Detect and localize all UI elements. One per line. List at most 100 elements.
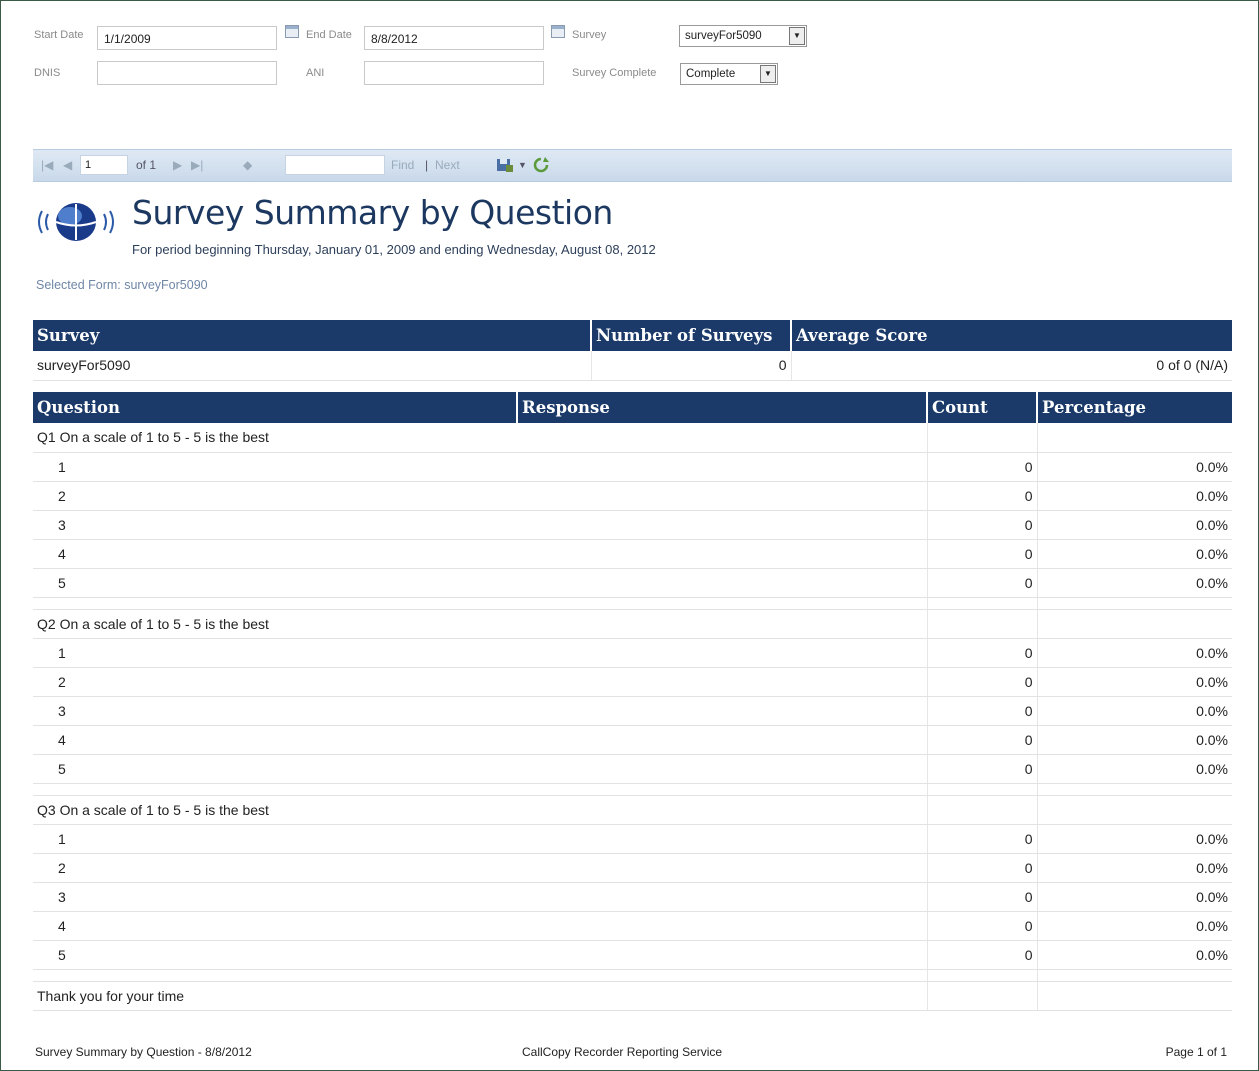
- response-percentage: 0.0%: [1037, 696, 1232, 726]
- response-row: 5 0 0.0%: [33, 568, 1232, 598]
- question-text: Q2 On a scale of 1 to 5 - 5 is the best: [33, 609, 928, 639]
- survey-summary-table: Survey Number of Surveys Average Score s…: [33, 320, 1232, 381]
- response-label: 4: [33, 911, 928, 941]
- find-separator: |: [425, 158, 429, 172]
- response-percentage: 0.0%: [1037, 667, 1232, 697]
- previous-page-icon[interactable]: ◀: [63, 158, 72, 172]
- response-row: 4 0 0.0%: [33, 911, 1232, 941]
- response-count: 0: [927, 725, 1038, 755]
- survey-complete-label: Survey Complete: [572, 67, 657, 79]
- chevron-down-icon[interactable]: ▼: [760, 65, 776, 83]
- header-survey: Survey: [33, 320, 592, 351]
- selected-form: Selected Form: surveyFor5090: [36, 278, 208, 292]
- question-text: Q3 On a scale of 1 to 5 - 5 is the best: [33, 795, 928, 825]
- next-page-icon[interactable]: ▶: [173, 158, 182, 172]
- summary-header-row: Survey Number of Surveys Average Score: [33, 320, 1232, 351]
- start-date-label: Start Date: [34, 29, 84, 41]
- start-date-calendar-icon[interactable]: [285, 25, 299, 38]
- report-title: Survey Summary by Question: [132, 193, 613, 232]
- page-count-label: of 1: [136, 158, 157, 172]
- response-count: 0: [927, 481, 1038, 511]
- export-dropdown-icon[interactable]: ▼: [518, 160, 527, 170]
- response-row: 3 0 0.0%: [33, 510, 1232, 540]
- back-icon[interactable]: ◆: [243, 158, 252, 172]
- start-date-input[interactable]: 1/1/2009: [97, 26, 277, 50]
- response-percentage: 0.0%: [1037, 725, 1232, 755]
- next-link[interactable]: Next: [435, 158, 460, 172]
- survey-select[interactable]: surveyFor5090 ▼: [679, 25, 807, 47]
- response-label: 1: [33, 638, 928, 668]
- response-row: 1 0 0.0%: [33, 824, 1232, 854]
- response-row: 2 0 0.0%: [33, 667, 1232, 697]
- response-label: 1: [33, 824, 928, 854]
- response-count: 0: [927, 754, 1038, 784]
- response-count: 0: [927, 696, 1038, 726]
- refresh-icon[interactable]: [531, 155, 551, 175]
- response-count: 0: [927, 539, 1038, 569]
- question-text: Q1 On a scale of 1 to 5 - 5 is the best: [33, 423, 928, 453]
- response-percentage: 0.0%: [1037, 481, 1232, 511]
- end-date-input[interactable]: 8/8/2012: [364, 26, 544, 50]
- response-label: 3: [33, 510, 928, 540]
- ani-input[interactable]: [364, 61, 544, 85]
- response-row: 4 0 0.0%: [33, 725, 1232, 755]
- spacer-row: [33, 597, 1232, 610]
- response-label: 4: [33, 725, 928, 755]
- dnis-input[interactable]: [97, 61, 277, 85]
- response-label: 3: [33, 882, 928, 912]
- response-percentage: 0.0%: [1037, 539, 1232, 569]
- question-table: Question Response Count Percentage Q1 On…: [33, 392, 1232, 1011]
- response-percentage: 0.0%: [1037, 882, 1232, 912]
- header-count: Count: [927, 392, 1038, 423]
- table-row: surveyFor5090 0 0 of 0 (N/A): [33, 351, 1232, 381]
- response-count: 0: [927, 452, 1038, 482]
- ani-label: ANI: [306, 67, 325, 79]
- globe-logo-icon: [38, 203, 114, 241]
- question-row: Q1 On a scale of 1 to 5 - 5 is the best: [33, 423, 1232, 453]
- question-header-row: Question Response Count Percentage: [33, 392, 1232, 423]
- find-link[interactable]: Find: [391, 158, 414, 172]
- response-percentage: 0.0%: [1037, 638, 1232, 668]
- spacer-row: [33, 783, 1232, 796]
- question-row: Q3 On a scale of 1 to 5 - 5 is the best: [33, 795, 1232, 825]
- response-label: 4: [33, 539, 928, 569]
- response-count: 0: [927, 940, 1038, 970]
- survey-complete-select[interactable]: Complete ▼: [680, 63, 778, 85]
- find-input[interactable]: [285, 155, 385, 175]
- response-count: 0: [927, 510, 1038, 540]
- response-row: 1 0 0.0%: [33, 452, 1232, 482]
- footer-left: Survey Summary by Question - 8/8/2012: [35, 1045, 252, 1059]
- question-row: Q2 On a scale of 1 to 5 - 5 is the best: [33, 609, 1232, 639]
- last-page-icon[interactable]: ▶|: [191, 158, 203, 172]
- survey-select-value: surveyFor5090: [685, 30, 762, 42]
- response-row: 2 0 0.0%: [33, 481, 1232, 511]
- response-label: 5: [33, 940, 928, 970]
- report-period: For period beginning Thursday, January 0…: [132, 242, 656, 257]
- page-number-input[interactable]: 1: [80, 155, 128, 175]
- spacer-row: [33, 969, 1232, 982]
- summary-count-cell: 0: [591, 351, 792, 381]
- response-row: 2 0 0.0%: [33, 853, 1232, 883]
- question-table-body: Q1 On a scale of 1 to 5 - 5 is the best 1…: [33, 423, 1232, 1011]
- response-label: 2: [33, 853, 928, 883]
- chevron-down-icon[interactable]: ▼: [789, 27, 805, 45]
- summary-average-cell: 0 of 0 (N/A): [791, 351, 1232, 381]
- response-count: 0: [927, 911, 1038, 941]
- response-count: 0: [927, 667, 1038, 697]
- export-save-icon[interactable]: [495, 155, 515, 175]
- response-count: 0: [927, 853, 1038, 883]
- response-label: 1: [33, 452, 928, 482]
- closing-text: Thank you for your time: [33, 981, 928, 1011]
- first-page-icon[interactable]: |◀: [41, 158, 53, 172]
- response-row: 3 0 0.0%: [33, 696, 1232, 726]
- header-question: Question: [33, 392, 518, 423]
- end-date-calendar-icon[interactable]: [551, 25, 565, 38]
- header-response: Response: [517, 392, 928, 423]
- response-row: 1 0 0.0%: [33, 638, 1232, 668]
- survey-label: Survey: [572, 29, 607, 41]
- response-percentage: 0.0%: [1037, 568, 1232, 598]
- response-percentage: 0.0%: [1037, 824, 1232, 854]
- response-label: 2: [33, 481, 928, 511]
- end-date-label: End Date: [306, 29, 352, 41]
- footer-page-number: Page 1 of 1: [1165, 1045, 1227, 1059]
